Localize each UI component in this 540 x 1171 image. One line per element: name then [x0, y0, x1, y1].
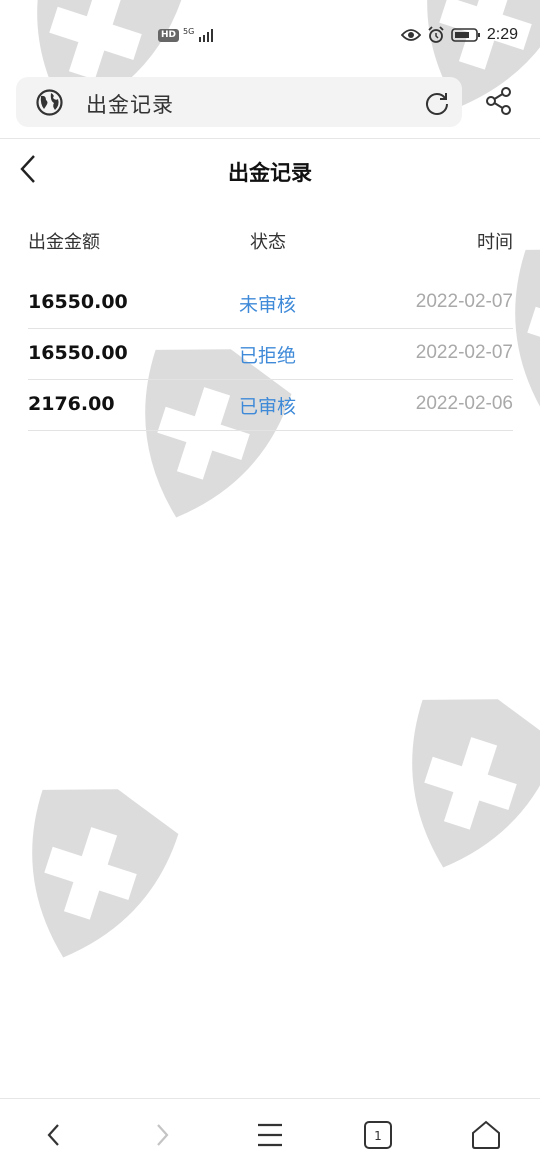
eye-icon — [400, 29, 421, 41]
battery-icon — [451, 28, 480, 42]
status-right: 2:29 — [400, 26, 518, 44]
watermark-shield-5 — [385, 690, 540, 880]
tab-count: 1 — [374, 1129, 382, 1143]
nav-back-button[interactable] — [34, 1117, 74, 1153]
chevron-right-icon — [157, 1124, 169, 1146]
nav-tabs-button[interactable]: 1 — [358, 1117, 398, 1153]
network-type: 5G — [183, 27, 195, 36]
address-text[interactable]: 出金记录 — [86, 89, 174, 119]
watermark-shield-6 — [5, 780, 179, 970]
address-bar[interactable]: 出金记录 — [16, 77, 462, 127]
nav-menu-button[interactable] — [250, 1117, 290, 1153]
refresh-icon[interactable] — [424, 90, 450, 120]
status-left: HD 5G — [158, 28, 216, 42]
hd-badge: HD — [158, 28, 180, 42]
header-status: 状态 — [250, 232, 286, 253]
header-divider — [0, 138, 540, 139]
row-status: 未审核 — [239, 294, 297, 316]
share-icon[interactable] — [484, 86, 514, 120]
row-status: 已拒绝 — [239, 345, 297, 367]
row-time: 2022-02-06 — [415, 393, 513, 414]
table-row: 16550.00 已拒绝 2022-02-07 — [28, 329, 513, 380]
signal-icon — [199, 29, 214, 42]
bottom-nav: 1 — [0, 1098, 540, 1171]
table-header: 出金金额 状态 时间 — [28, 228, 513, 258]
globe-icon — [36, 89, 63, 120]
row-status: 已审核 — [239, 396, 297, 418]
header-amount: 出金金额 — [28, 232, 100, 253]
header-time: 时间 — [477, 232, 513, 253]
chevron-left-icon — [47, 1124, 59, 1146]
home-icon — [472, 1120, 500, 1149]
page-title: 出金记录 — [228, 161, 312, 185]
alarm-icon — [428, 26, 444, 43]
nav-home-button[interactable] — [466, 1117, 506, 1153]
menu-icon — [258, 1123, 282, 1147]
status-bar: HD 5G 2:29 — [0, 0, 540, 76]
row-time: 2022-02-07 — [415, 291, 513, 312]
tabs-icon: 1 — [364, 1121, 392, 1149]
row-amount: 2176.00 — [28, 393, 115, 415]
clock-time: 2:29 — [486, 26, 518, 43]
table-row: 2176.00 已审核 2022-02-06 — [28, 380, 513, 431]
row-amount: 16550.00 — [28, 291, 128, 313]
table-row: 16550.00 未审核 2022-02-07 — [28, 278, 513, 329]
row-time: 2022-02-07 — [415, 342, 513, 363]
row-amount: 16550.00 — [28, 342, 128, 364]
nav-forward-button[interactable] — [142, 1117, 182, 1153]
